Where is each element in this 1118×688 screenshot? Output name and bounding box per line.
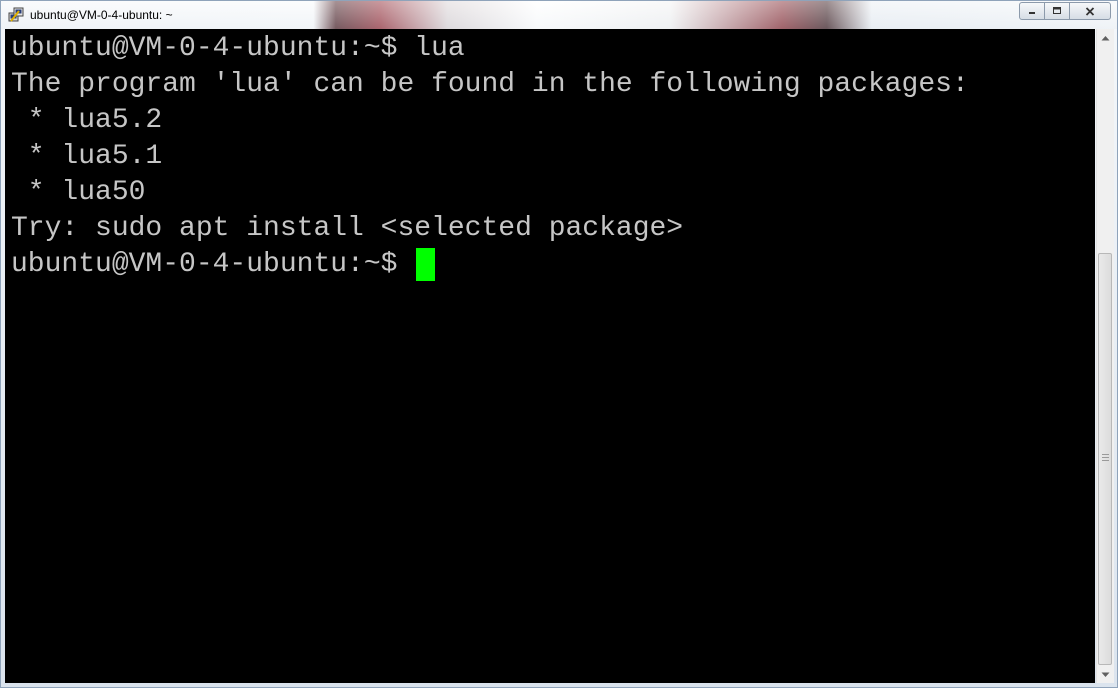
prompt-line: ubuntu@VM-0-4-ubuntu:~$ xyxy=(11,247,969,283)
scrollbar-grip xyxy=(1102,454,1109,462)
terminal-line: ubuntu@VM-0-4-ubuntu:~$ lua xyxy=(11,33,465,64)
scroll-down-button[interactable] xyxy=(1097,666,1114,683)
terminal-area[interactable]: ubuntu@VM-0-4-ubuntu:~$ lua The program '… xyxy=(5,29,1095,683)
terminal-output: ubuntu@VM-0-4-ubuntu:~$ lua The program '… xyxy=(11,31,969,283)
title-bar[interactable]: ubuntu@VM-0-4-ubuntu: ~ xyxy=(1,1,1117,29)
terminal-line: The program 'lua' can be found in the fo… xyxy=(11,69,969,100)
terminal-line: * lua5.2 xyxy=(11,105,163,136)
scroll-up-button[interactable] xyxy=(1097,29,1114,46)
maximize-icon xyxy=(1053,7,1061,14)
prompt-text: ubuntu@VM-0-4-ubuntu:~$ xyxy=(11,249,415,280)
close-button[interactable] xyxy=(1069,2,1111,20)
terminal-cursor xyxy=(416,248,436,281)
maximize-button[interactable] xyxy=(1044,2,1070,20)
putty-window: ubuntu@VM-0-4-ubuntu: ~ ubuntu@VM-0-4-ub… xyxy=(0,0,1118,688)
terminal-line: * lua5.1 xyxy=(11,141,163,172)
window-title: ubuntu@VM-0-4-ubuntu: ~ xyxy=(30,8,173,22)
vertical-scrollbar[interactable] xyxy=(1096,29,1114,683)
terminal-line: Try: sudo apt install <selected package> xyxy=(11,213,684,244)
scrollbar-thumb[interactable] xyxy=(1098,253,1112,665)
scroll-up-icon xyxy=(1101,35,1110,40)
minimize-button[interactable] xyxy=(1019,2,1045,20)
scroll-down-icon xyxy=(1101,672,1110,677)
terminal-line: * lua50 xyxy=(11,177,146,208)
putty-icon[interactable] xyxy=(8,7,24,23)
minimize-icon xyxy=(1029,12,1035,14)
window-controls xyxy=(1019,2,1111,20)
close-icon xyxy=(1085,6,1095,16)
